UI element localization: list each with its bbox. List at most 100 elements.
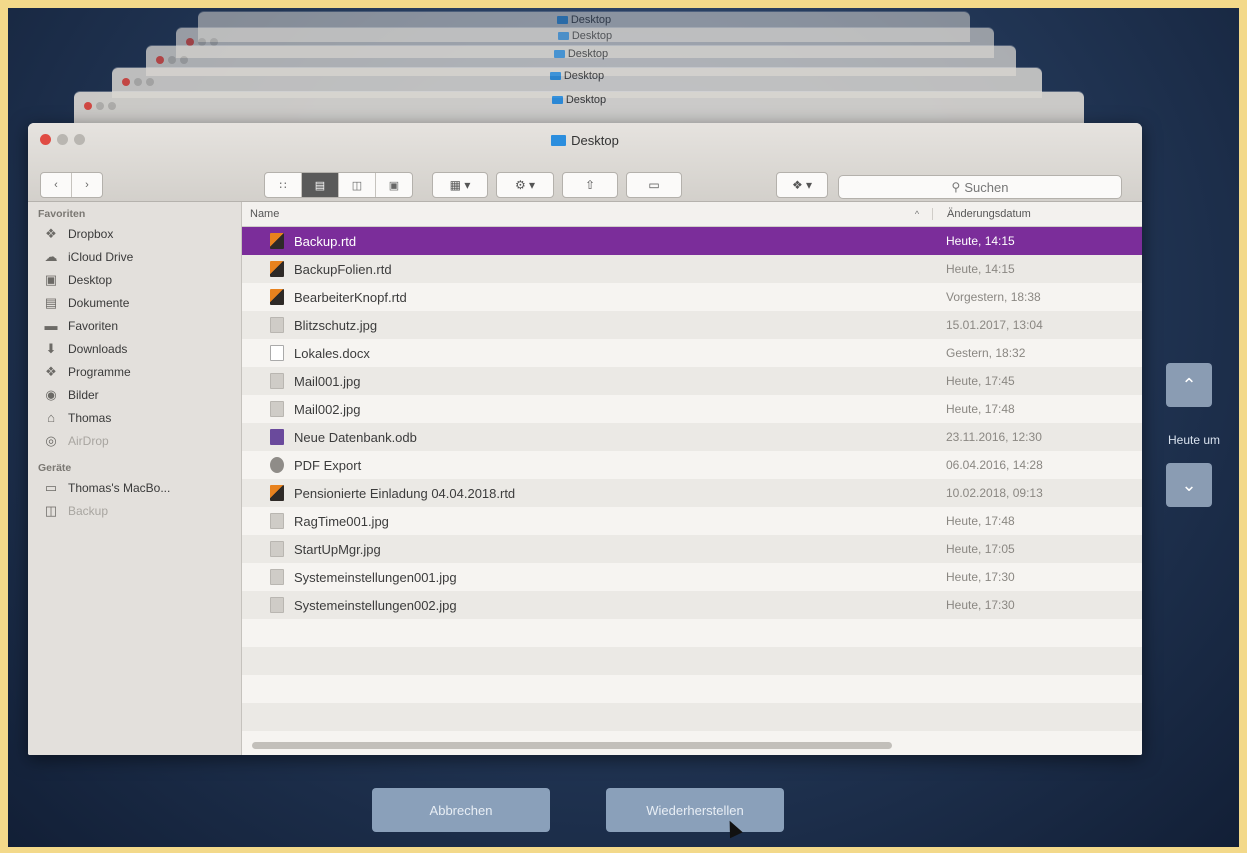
- file-row[interactable]: StartUpMgr.jpg Heute, 17:05: [242, 535, 1142, 563]
- cancel-button[interactable]: Abbrechen: [372, 788, 550, 832]
- file-name-cell: Systemeinstellungen002.jpg: [242, 597, 932, 613]
- file-row[interactable]: Blitzschutz.jpg 15.01.2017, 13:04: [242, 311, 1142, 339]
- empty-row: [242, 703, 1142, 731]
- file-date: Heute, 17:30: [946, 570, 1015, 584]
- file-jpg-icon: [270, 569, 284, 585]
- file-name: RagTime001.jpg: [294, 513, 389, 529]
- file-name-cell: Lokales.docx: [242, 345, 932, 361]
- file-date: Heute, 17:05: [946, 542, 1015, 556]
- timeline-down-button[interactable]: ⌄: [1166, 463, 1212, 507]
- file-row[interactable]: Pensionierte Einladung 04.04.2018.rtd 10.…: [242, 479, 1142, 507]
- file-row[interactable]: BackupFolien.rtd Heute, 14:15: [242, 255, 1142, 283]
- dropbox-icon: ❖: [45, 225, 57, 241]
- file-name-cell: Neue Datenbank.odb: [242, 429, 932, 445]
- sidebar-item-backup[interactable]: ◫ Backup: [28, 499, 241, 522]
- airdrop-icon: ◎: [45, 432, 57, 448]
- sidebar-item-airdrop[interactable]: ◎ AirDrop: [28, 429, 241, 452]
- column-view-button[interactable]: ◫: [339, 173, 376, 197]
- file-date: Heute, 14:15: [946, 262, 1015, 276]
- search-icon: ⚲: [951, 180, 961, 194]
- horizontal-scrollbar[interactable]: [252, 742, 892, 749]
- share-icon: ⇧: [584, 178, 596, 192]
- back-forward-buttons: ‹ ›: [40, 172, 103, 198]
- file-date: Gestern, 18:32: [946, 346, 1026, 360]
- folder-icon: [549, 72, 561, 80]
- file-row[interactable]: PDF Export 06.04.2016, 14:28: [242, 451, 1142, 479]
- list-view-button[interactable]: ▤: [302, 173, 339, 197]
- folder-icon: [557, 32, 569, 40]
- column-header-name[interactable]: Name: [242, 208, 902, 220]
- file-date: 23.11.2016, 12:30: [946, 430, 1042, 444]
- file-row[interactable]: Lokales.docx Gestern, 18:32: [242, 339, 1142, 367]
- sidebar-item-dropbox[interactable]: ❖ Dropbox: [28, 222, 241, 245]
- empty-row: [242, 647, 1142, 675]
- file-name-cell: Backup.rtd: [242, 233, 932, 249]
- sidebar-item-documents[interactable]: ▤ Dokumente: [28, 291, 241, 314]
- window-title: Desktop: [28, 133, 1142, 148]
- chevron-up-icon: ⌃: [1181, 374, 1197, 395]
- file-jpg-icon: [270, 373, 284, 389]
- search-field[interactable]: ⚲ Suchen: [838, 175, 1122, 199]
- sidebar-item-applications[interactable]: ❖ Programme: [28, 360, 241, 383]
- arrange-button[interactable]: ▦ ▾: [432, 172, 488, 198]
- file-name: BackupFolien.rtd: [294, 261, 392, 277]
- timeline-up-button[interactable]: ⌃: [1166, 363, 1212, 407]
- sidebar-item-pictures[interactable]: ◉ Bilder: [28, 383, 241, 406]
- file-jpg-icon: [270, 541, 284, 557]
- documents-icon: ▤: [44, 294, 58, 310]
- file-name-cell: PDF Export: [242, 457, 932, 473]
- stack-window-title: Desktop: [571, 30, 613, 42]
- sidebar-item-home[interactable]: ⌂ Thomas: [28, 406, 241, 429]
- file-rtd-icon: [270, 233, 284, 249]
- file-date: 15.01.2017, 13:04: [946, 318, 1043, 332]
- file-date: Heute, 17:30: [946, 598, 1015, 612]
- empty-row: [242, 619, 1142, 647]
- sidebar-item-downloads[interactable]: ⬇ Downloads: [28, 337, 241, 360]
- cover-flow-button[interactable]: ▣: [376, 173, 412, 197]
- sidebar-item-macbook[interactable]: ▭ Thomas's MacBo...: [28, 476, 241, 499]
- file-row[interactable]: Systemeinstellungen001.jpg Heute, 17:30: [242, 563, 1142, 591]
- chevron-down-icon: ⌄: [1181, 474, 1197, 495]
- file-name: BearbeiterKnopf.rtd: [294, 289, 407, 305]
- column-header-date[interactable]: Änderungsdatum: [932, 208, 1142, 220]
- icon-view-icon: ∷: [279, 179, 287, 192]
- file-jpg-icon: [270, 513, 284, 529]
- file-date: Vorgestern, 18:38: [946, 290, 1041, 304]
- file-row[interactable]: BearbeiterKnopf.rtd Vorgestern, 18:38: [242, 283, 1142, 311]
- file-date: Heute, 17:48: [946, 514, 1015, 528]
- sidebar-item-desktop[interactable]: ▣ Desktop: [28, 268, 241, 291]
- file-jpg-icon: [270, 317, 284, 333]
- tag-button[interactable]: ▭: [626, 172, 682, 198]
- gear-icon: ⚙ ▾: [514, 178, 536, 192]
- file-row[interactable]: Mail002.jpg Heute, 17:48: [242, 395, 1142, 423]
- stack-window-title: Desktop: [567, 48, 609, 60]
- file-row[interactable]: RagTime001.jpg Heute, 17:48: [242, 507, 1142, 535]
- file-row[interactable]: Systemeinstellungen002.jpg Heute, 17:30: [242, 591, 1142, 619]
- back-button[interactable]: ‹: [41, 173, 72, 197]
- file-row[interactable]: Backup.rtd Heute, 14:15: [242, 227, 1142, 255]
- folder-icon: ▬: [44, 318, 58, 333]
- action-button[interactable]: ⚙ ▾: [496, 172, 554, 198]
- file-name-cell: Mail001.jpg: [242, 373, 932, 389]
- applications-icon: ❖: [45, 363, 57, 379]
- sidebar-item-icloud-drive[interactable]: ☁ iCloud Drive: [28, 245, 241, 268]
- restore-button[interactable]: Wiederherstellen: [606, 788, 784, 832]
- icon-view-button[interactable]: ∷: [265, 173, 302, 197]
- home-icon: ⌂: [47, 410, 55, 425]
- sidebar: Favoriten ❖ Dropbox ☁ iCloud Drive ▣ Deskto…: [28, 202, 242, 755]
- share-button[interactable]: ⇧: [562, 172, 618, 198]
- file-row[interactable]: Mail001.jpg Heute, 17:45: [242, 367, 1142, 395]
- file-rtd-icon: [270, 485, 284, 501]
- sidebar-item-favorites[interactable]: ▬ Favoriten: [28, 314, 241, 337]
- file-row[interactable]: Neue Datenbank.odb 23.11.2016, 12:30: [242, 423, 1142, 451]
- sidebar-header-favorites: Favoriten: [38, 208, 86, 220]
- folder-icon: [551, 135, 567, 146]
- dropbox-button[interactable]: ❖ ▾: [776, 172, 828, 198]
- file-date: Heute, 17:45: [946, 374, 1015, 388]
- cloud-icon: ☁: [44, 248, 58, 264]
- forward-button[interactable]: ›: [72, 173, 102, 197]
- folder-icon: [556, 16, 568, 24]
- laptop-icon: ▭: [44, 479, 58, 495]
- stack-window-title: Desktop: [565, 94, 607, 106]
- window-toolbar: Desktop ‹ › ∷ ▤ ◫ ▣ ▦ ▾ ⚙ ▾ ⇧ ▭ ❖ ▾ ⚲ Su…: [28, 123, 1142, 202]
